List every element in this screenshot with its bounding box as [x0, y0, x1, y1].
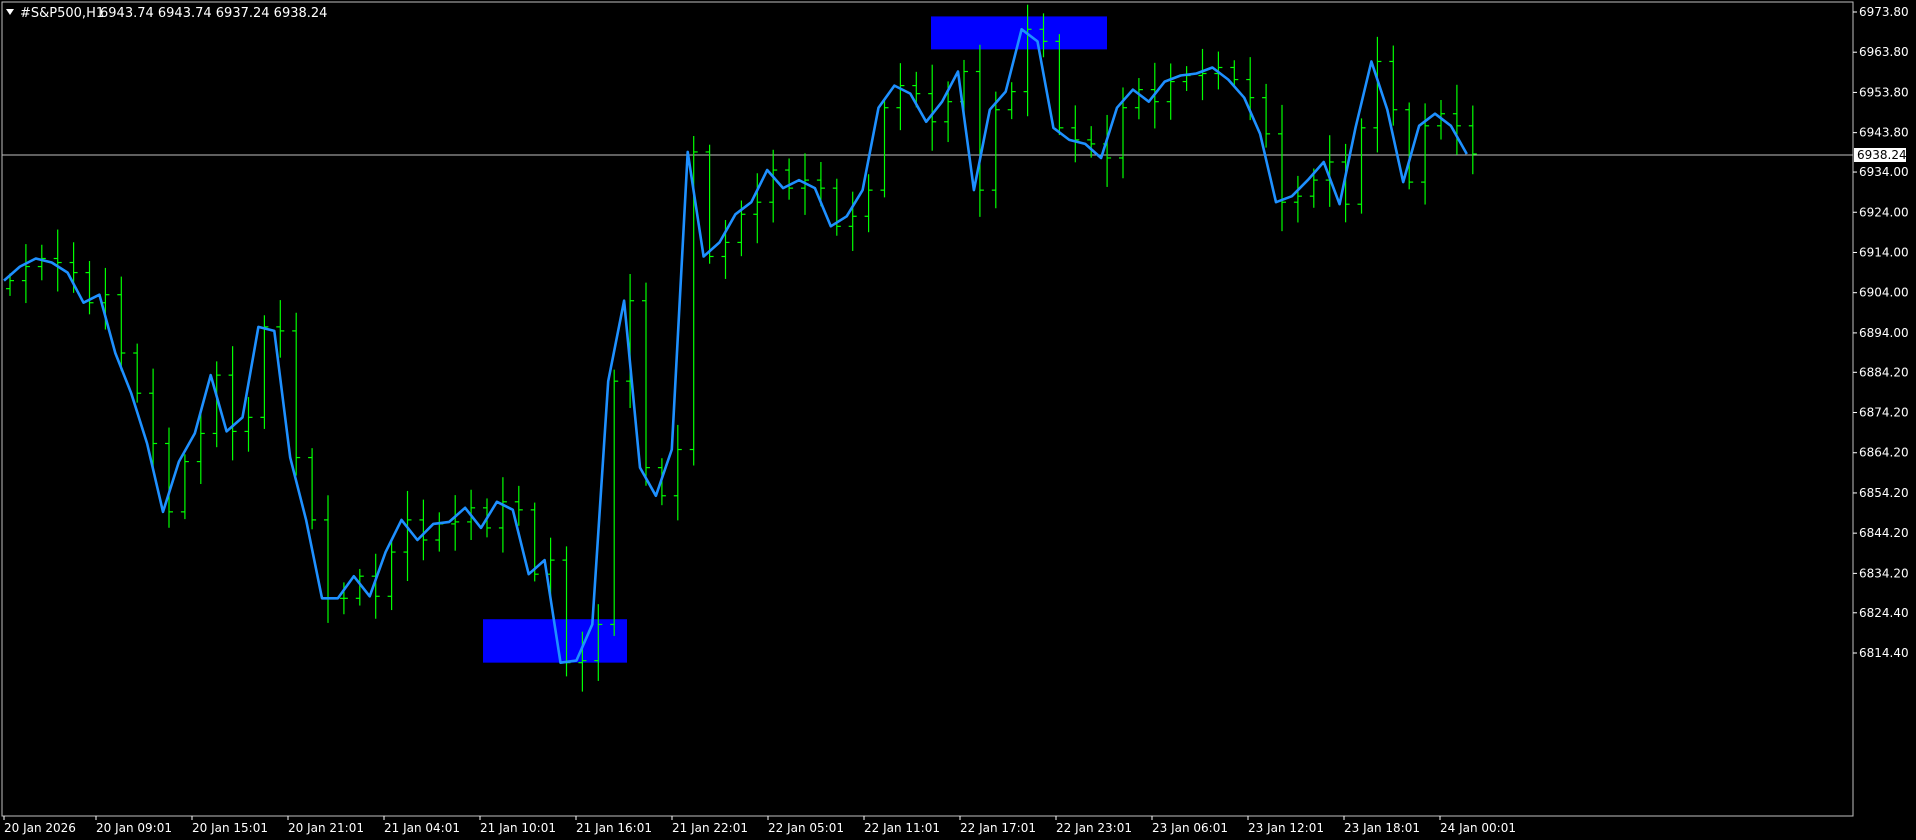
time-tick-label: 20 Jan 09:01 [96, 821, 172, 835]
time-tick-label: 21 Jan 22:01 [672, 821, 748, 835]
price-tick-label: 6834.20 [1859, 566, 1909, 580]
price-tick-label: 6864.20 [1859, 446, 1909, 460]
price-tick-label: 6973.80 [1859, 5, 1909, 19]
symbol-timeframe-label: #S&P500,H1 [20, 6, 104, 21]
price-tick-label: 6904.00 [1859, 286, 1909, 300]
time-tick-label: 22 Jan 17:01 [960, 821, 1036, 835]
price-tick-label: 6844.20 [1859, 526, 1909, 540]
ohlc-readout: 6943.74 6943.74 6937.24 6938.24 [100, 6, 327, 21]
time-tick-label: 23 Jan 12:01 [1248, 821, 1324, 835]
time-tick-label: 21 Jan 04:01 [384, 821, 460, 835]
time-tick-label: 21 Jan 10:01 [480, 821, 556, 835]
chart-background [0, 0, 1916, 840]
price-tick-label: 6943.80 [1859, 126, 1909, 140]
price-chart[interactable]: 6973.80 6963.80 6953.80 6943.80 6934.00 6924.… [0, 0, 1916, 840]
price-tick-label: 6854.20 [1859, 486, 1909, 500]
chart-window: 6973.80 6963.80 6953.80 6943.80 6934.00 6924.… [0, 0, 1916, 840]
time-tick-label: 22 Jan 11:01 [864, 821, 940, 835]
price-tick-label: 6874.20 [1859, 406, 1909, 420]
price-tick-label: 6934.00 [1859, 165, 1909, 179]
price-tick-label: 6894.00 [1859, 326, 1909, 340]
price-tick-label: 6924.00 [1859, 205, 1909, 219]
time-tick-label: 23 Jan 06:01 [1152, 821, 1228, 835]
price-tick-label: 6884.20 [1859, 365, 1909, 379]
time-tick-label: 22 Jan 23:01 [1056, 821, 1132, 835]
time-tick-label: 24 Jan 00:01 [1440, 821, 1516, 835]
price-tick-label: 6963.80 [1859, 45, 1909, 59]
current-price-marker: 6938.24 [1854, 147, 1907, 162]
time-tick-label: 20 Jan 21:01 [288, 821, 364, 835]
price-tick-label: 6953.80 [1859, 85, 1909, 99]
chart-header: #S&P500,H1 6943.74 6943.74 6937.24 6938.… [6, 6, 327, 21]
time-tick-label: 23 Jan 18:01 [1344, 821, 1420, 835]
time-tick-label: 20 Jan 15:01 [192, 821, 268, 835]
time-tick-label: 21 Jan 16:01 [576, 821, 652, 835]
time-tick-label: 20 Jan 2026 [4, 821, 76, 835]
current-price-label: 6938.24 [1857, 148, 1907, 162]
price-tick-label: 6824.40 [1859, 606, 1909, 620]
price-tick-label: 6814.40 [1859, 646, 1909, 660]
price-tick-label: 6914.00 [1859, 245, 1909, 259]
time-tick-label: 22 Jan 05:01 [768, 821, 844, 835]
